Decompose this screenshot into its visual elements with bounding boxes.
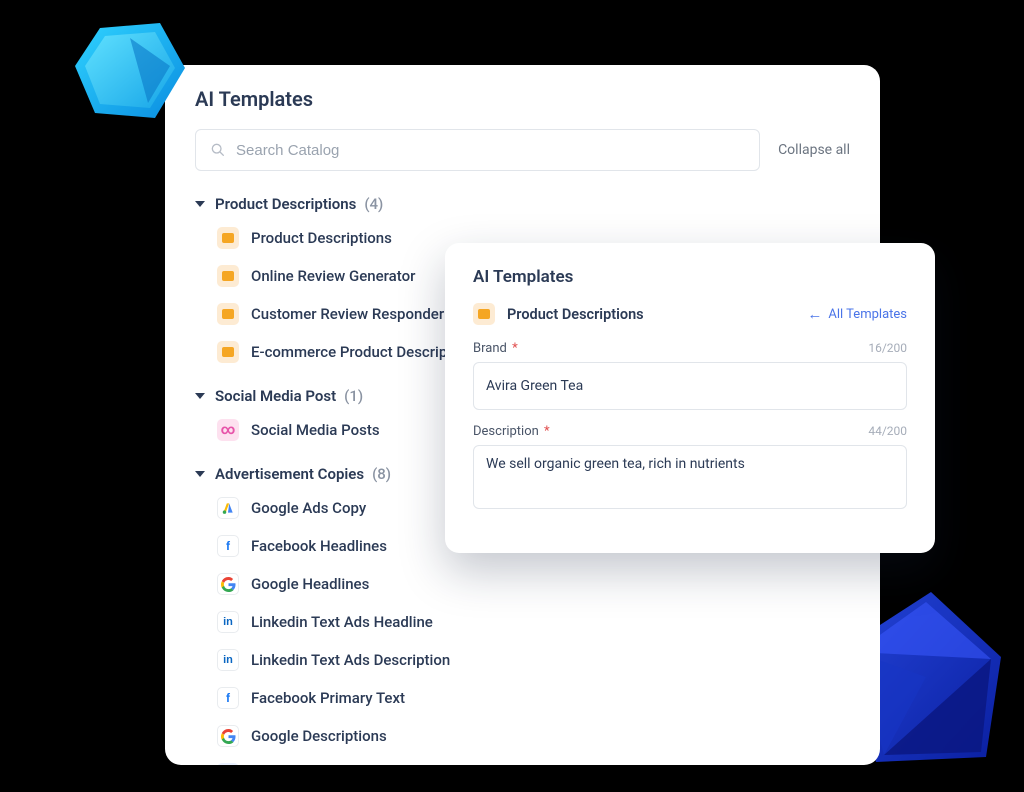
caret-down-icon [195,471,205,477]
template-item[interactable]: Google Headlines [217,565,850,603]
group-name: Product Descriptions [215,195,356,213]
group-name: Social Media Post [215,387,336,405]
google-ads-icon [217,497,239,519]
linkedin-icon: in [217,611,239,633]
template-item-label: E-commerce Product Descrip [251,343,447,361]
detail-template-name: Product Descriptions [507,306,644,323]
field-label: Brand * [473,341,518,356]
page-title: AI Templates [195,87,850,111]
field-label-row: Brand * 16/200 [473,341,907,356]
linkedin-icon: in [217,649,239,671]
template-item[interactable]: in Linkedin Text Ads Description [217,641,850,679]
template-item[interactable]: Google Descriptions [217,717,850,755]
facebook-icon: f [217,535,239,557]
template-item-label: Facebook Primary Text [251,689,405,707]
group-count: (8) [372,465,391,483]
required-asterisk: * [509,341,518,356]
template-item-label: Facebook Headlines [251,537,387,555]
group-header[interactable]: Product Descriptions (4) [195,189,850,219]
brand-input[interactable] [473,362,907,410]
caret-down-icon [195,393,205,399]
document-icon [217,303,239,325]
template-item-label: Customer Review Responder [251,305,444,323]
google-my-business-icon [217,763,239,765]
template-item-label: Linkedin Text Ads Description [251,651,450,669]
form-field: Brand * 16/200 [473,341,907,410]
search-icon [210,142,226,158]
caret-down-icon [195,201,205,207]
template-item-label: Online Review Generator [251,267,415,285]
arrow-left-icon: ← [807,307,822,322]
field-label-row: Description * 44/200 [473,424,907,439]
detail-header-row: Product Descriptions ← All Templates [473,303,907,325]
group-count: (4) [364,195,383,213]
document-icon [217,265,239,287]
document-icon [217,227,239,249]
field-label: Description * [473,424,550,439]
char-counter: 44/200 [868,424,907,438]
template-item[interactable]: Google My Business - Description [217,755,850,765]
template-item-label: Product Descriptions [251,229,392,247]
template-detail-card: AI Templates Product Descriptions ← All … [445,243,935,553]
required-asterisk: * [541,424,550,439]
template-item-label: Google Ads Copy [251,499,366,517]
template-item[interactable]: in Linkedin Text Ads Headline [217,603,850,641]
all-templates-link[interactable]: ← All Templates [807,307,907,322]
facebook-icon: f [217,687,239,709]
collapse-all-button[interactable]: Collapse all [778,142,850,158]
search-input[interactable] [236,142,745,159]
back-link-label: All Templates [828,307,907,322]
form-field: Description * 44/200 [473,424,907,513]
google-icon [217,573,239,595]
group-count: (1) [344,387,363,405]
detail-fields: Brand * 16/200 Description * 44/200 [473,341,907,513]
description-textarea[interactable] [473,445,907,509]
group-name: Advertisement Copies [215,465,364,483]
search-row: Collapse all [195,129,850,171]
google-icon [217,725,239,747]
template-item-label: Google Headlines [251,575,369,593]
detail-panel-title: AI Templates [473,267,907,287]
document-icon [217,341,239,363]
template-item-label: Linkedin Text Ads Headline [251,613,433,631]
social-icon: ∞ [217,419,239,441]
template-item-label: Social Media Posts [251,421,380,439]
detail-template-heading: Product Descriptions [473,303,644,325]
template-icon [473,303,495,325]
template-item-label: Google Descriptions [251,727,387,745]
search-box[interactable] [195,129,760,171]
char-counter: 16/200 [868,341,907,355]
template-item[interactable]: f Facebook Primary Text [217,679,850,717]
